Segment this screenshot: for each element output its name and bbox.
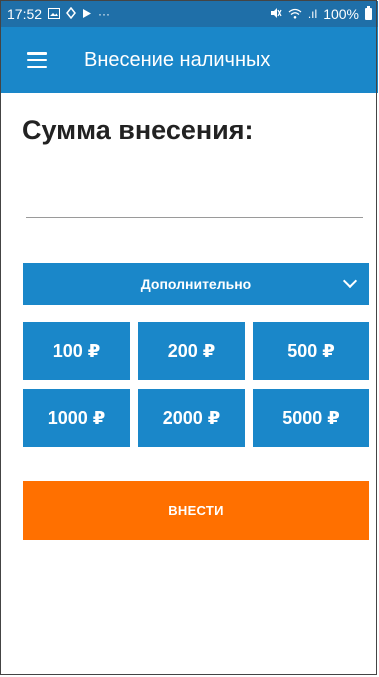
additional-dropdown[interactable]: Дополнительно [23, 263, 369, 305]
battery-percent: 100% [323, 6, 359, 22]
app-bar: Внесение наличных [1, 27, 378, 93]
more-dots-icon: ··· [98, 7, 111, 21]
chevron-down-icon [342, 273, 358, 289]
battery-icon [365, 6, 372, 20]
amount-button-500[interactable]: 500 ₽ [253, 322, 369, 380]
amount-button-5000[interactable]: 5000 ₽ [253, 389, 369, 447]
wifi-icon [288, 8, 302, 21]
image-icon [48, 7, 61, 21]
status-time: 17:52 [7, 6, 43, 22]
status-bar: 17:52 ··· .ıl 100% [1, 1, 378, 27]
amount-button-2000[interactable]: 2000 ₽ [138, 389, 245, 447]
amount-label: Сумма внесения: [22, 115, 254, 145]
mute-icon [270, 7, 282, 21]
deposit-button[interactable]: ВНЕСТИ [23, 481, 369, 540]
signal-icon: .ıl [307, 7, 318, 21]
amount-button-200[interactable]: 200 ₽ [138, 322, 245, 380]
amount-button-100[interactable]: 100 ₽ [23, 322, 130, 380]
play-icon [82, 8, 92, 21]
sync-icon [66, 6, 77, 21]
amount-input[interactable] [26, 176, 363, 218]
amount-button-1000[interactable]: 1000 ₽ [23, 389, 130, 447]
dropdown-label: Дополнительно [140, 276, 252, 292]
page-title: Внесение наличных [84, 48, 271, 71]
hamburger-menu-icon[interactable] [27, 52, 47, 68]
